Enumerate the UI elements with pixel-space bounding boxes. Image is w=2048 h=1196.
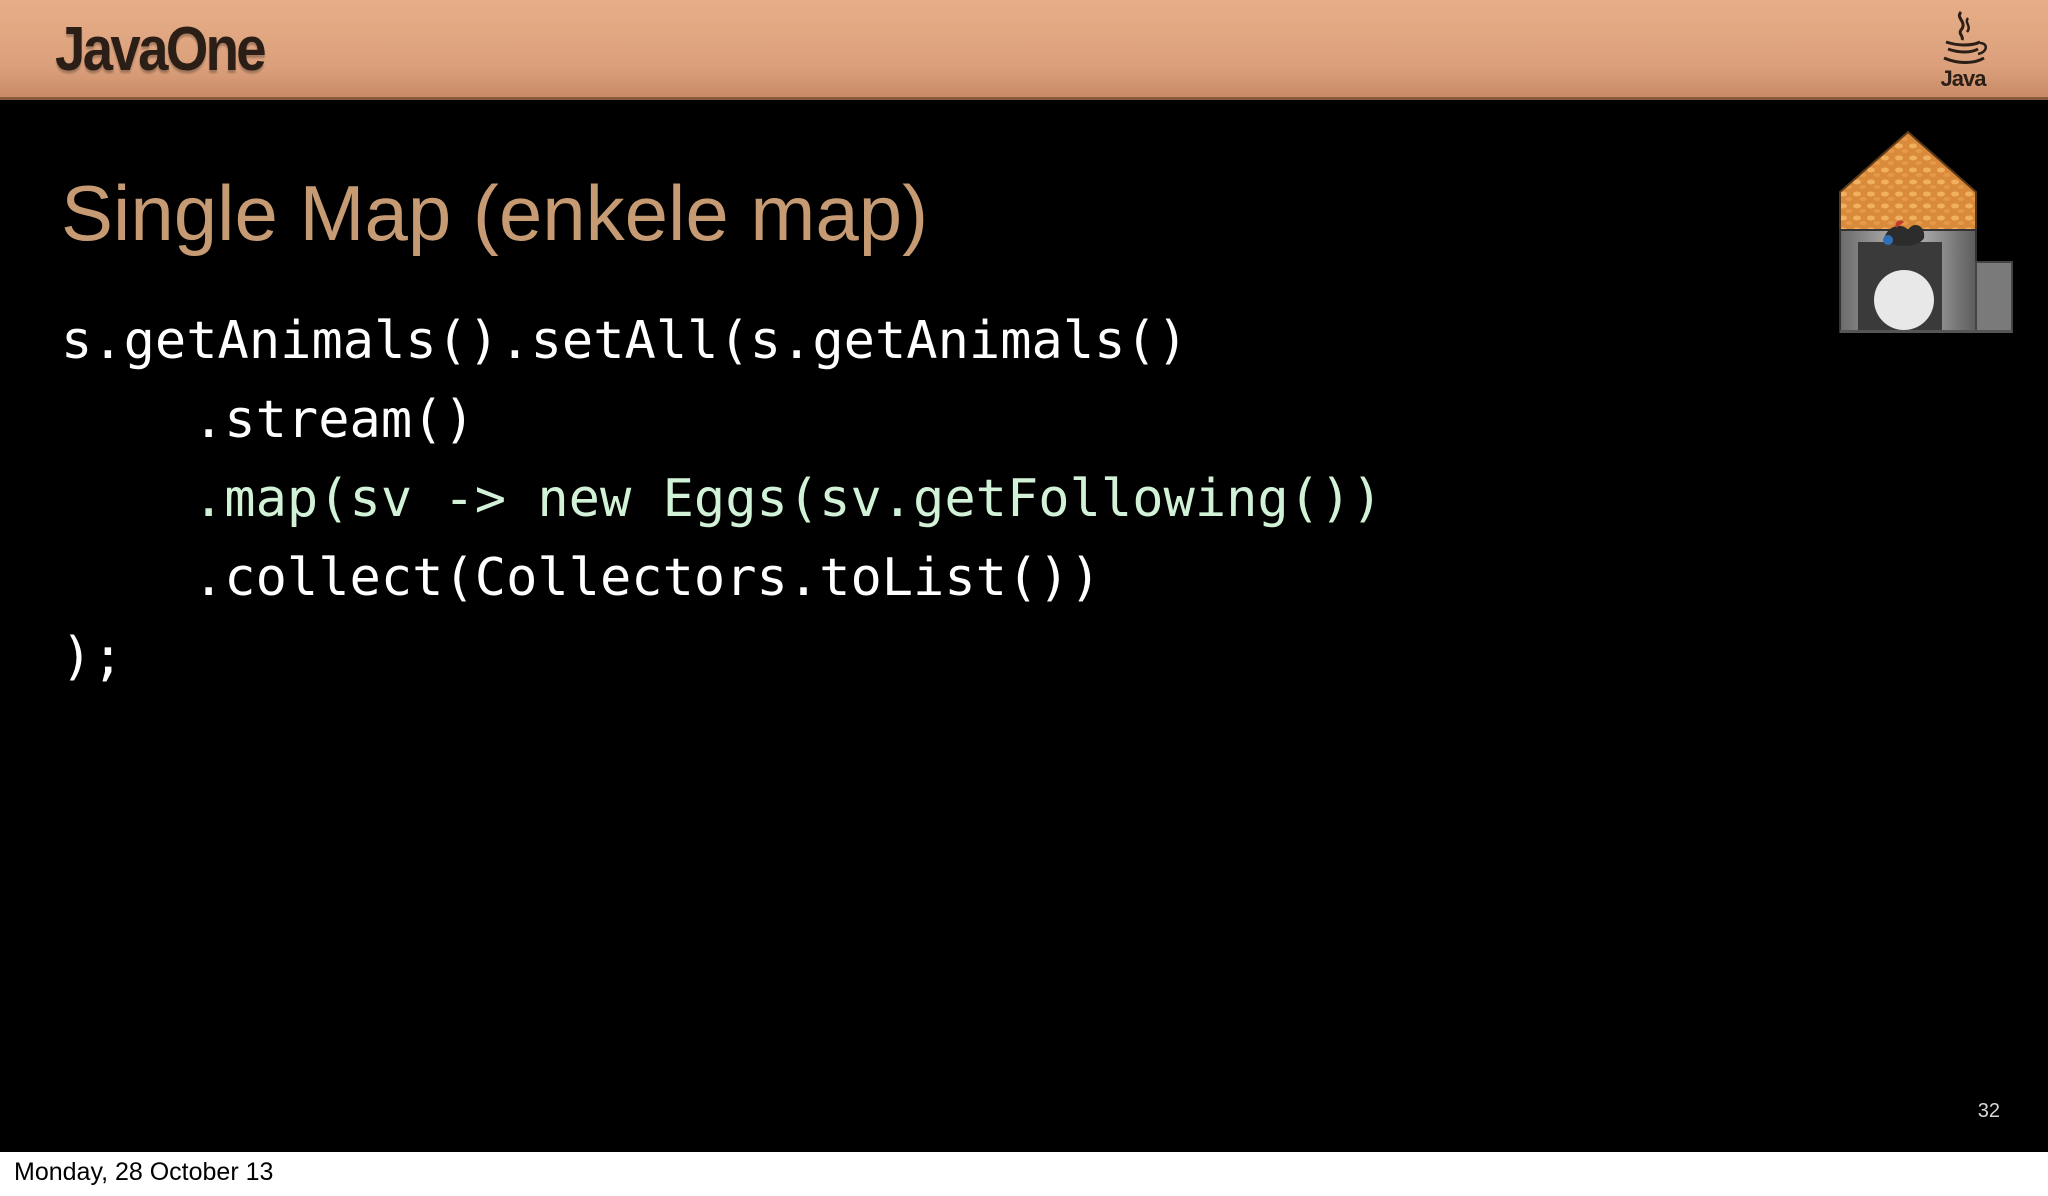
java-logo-text: Java bbox=[1940, 66, 1987, 91]
code-line-highlighted: .map(sv -> new Eggs(sv.getFollowing()) bbox=[193, 469, 1383, 529]
header-bar: JavaOne Java bbox=[0, 0, 2048, 100]
code-block: s.getAnimals().setAll(s.getAnimals() .str… bbox=[61, 302, 1383, 697]
chicken-coop-icon bbox=[1838, 130, 2014, 334]
slide-title: Single Map (enkele map) bbox=[61, 169, 929, 257]
code-line: .stream() bbox=[193, 390, 475, 450]
slide: JavaOne Java Single Map (enkele map) s.g… bbox=[0, 0, 2048, 1152]
code-line: s.getAnimals().setAll(s.getAnimals() bbox=[61, 311, 1189, 371]
code-line: .collect(Collectors.toList()) bbox=[193, 548, 1101, 608]
java-logo: Java bbox=[1928, 8, 1998, 92]
java-coffee-cup-icon bbox=[1943, 10, 1987, 64]
code-line: ); bbox=[61, 627, 124, 687]
javaone-logo: JavaOne bbox=[55, 15, 267, 84]
slide-number: 32 bbox=[1977, 1100, 2000, 1122]
footer-date: Monday, 28 October 13 bbox=[14, 1158, 274, 1186]
